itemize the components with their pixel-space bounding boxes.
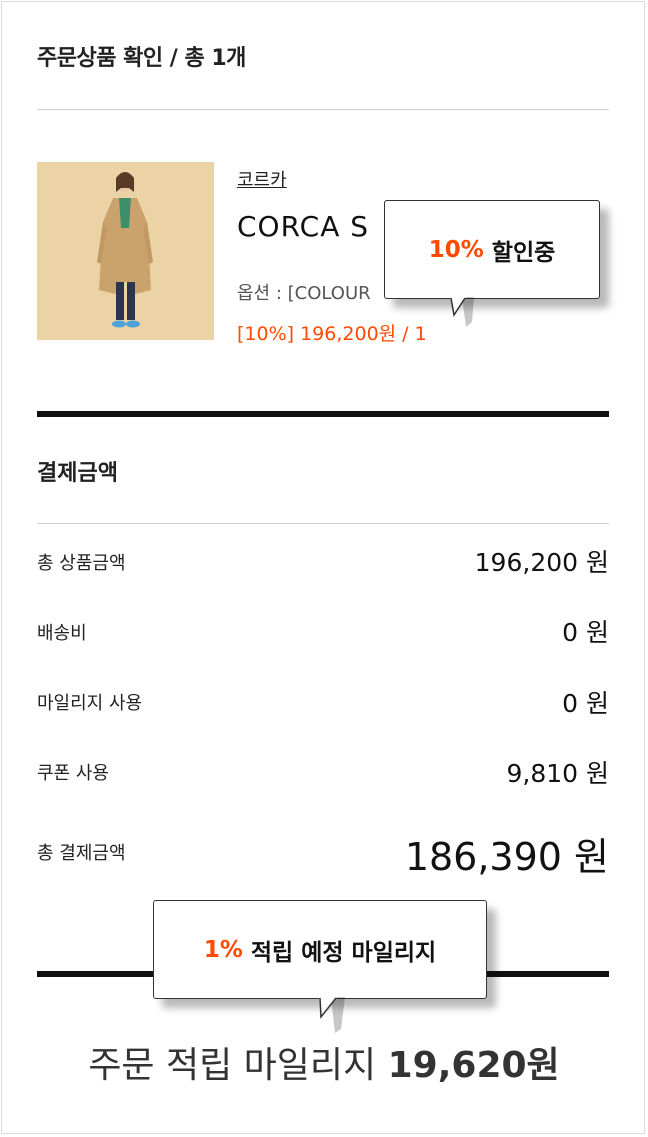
- row-label-coupon-use: 쿠폰 사용: [37, 763, 109, 784]
- mileage-amount: 19,620원: [387, 1045, 560, 1086]
- tooltip-tail-icon: [450, 297, 474, 327]
- row-value-total-product: 196,200 원: [474, 548, 609, 577]
- product-image[interactable]: [37, 162, 214, 340]
- mileage-label: 주문 적립 마일리지: [88, 1045, 377, 1086]
- product-price: [10%] 196,200원 / 1: [237, 323, 427, 345]
- product-option: 옵션 : [COLOUR: [237, 283, 371, 304]
- discount-badge-tooltip: 10% 할인중: [384, 200, 600, 299]
- row-value-total-payment: 186,390 원: [404, 835, 609, 879]
- section-divider: [37, 411, 609, 417]
- tooltip-tail-icon: [319, 997, 345, 1033]
- mileage-percent: 1%: [203, 936, 243, 963]
- divider: [37, 109, 609, 110]
- row-label-total-product: 총 상품금액: [37, 553, 126, 574]
- product-name: CORCA S: [237, 210, 370, 243]
- discount-percent: 10%: [428, 236, 484, 263]
- divider: [37, 523, 609, 524]
- row-label-shipping: 배송비: [37, 623, 87, 644]
- order-items-title: 주문상품 확인 / 총 1개: [37, 46, 246, 71]
- discount-text: 할인중: [491, 239, 556, 266]
- row-value-shipping: 0 원: [562, 618, 609, 647]
- row-label-mileage-use: 마일리지 사용: [37, 693, 143, 714]
- row-value-coupon-use: 9,810 원: [506, 759, 609, 788]
- product-brand-link[interactable]: 코르카: [237, 166, 287, 192]
- row-label-total-payment: 총 결제금액: [37, 843, 126, 864]
- mileage-tooltip: 1% 적립 예정 마일리지: [153, 900, 487, 999]
- mileage-bubble-text: 적립 예정 마일리지: [250, 939, 437, 966]
- row-value-mileage-use: 0 원: [562, 689, 609, 718]
- payment-title: 결제금액: [37, 461, 118, 486]
- order-mileage-summary: 주문 적립 마일리지 19,620원: [0, 1036, 648, 1088]
